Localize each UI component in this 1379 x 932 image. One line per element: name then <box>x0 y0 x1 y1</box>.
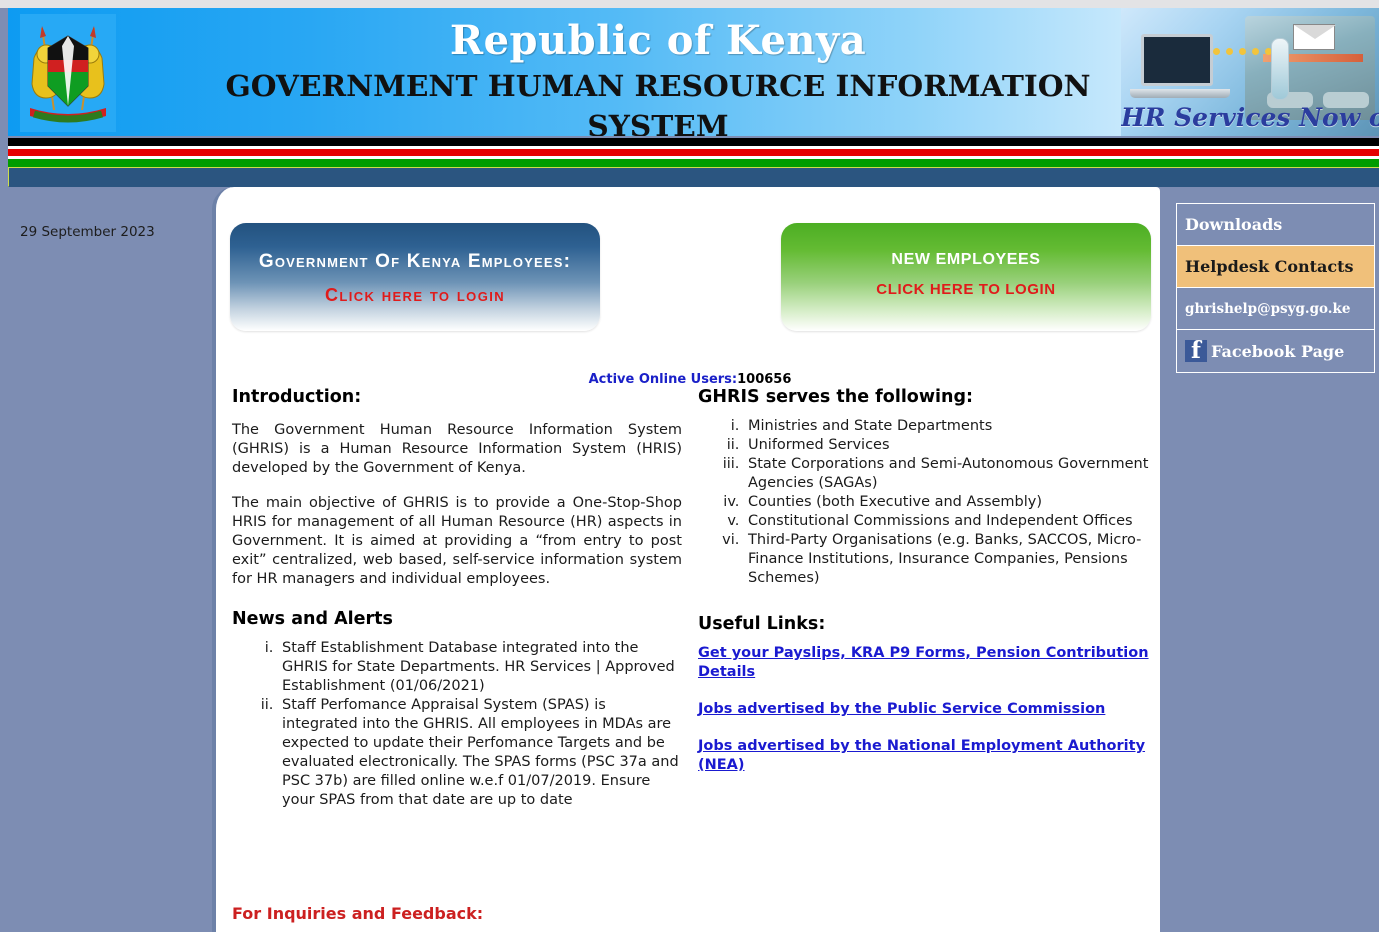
list-item: Third-Party Organisations (e.g. Banks, S… <box>744 531 1152 588</box>
ghris-serves-list: Ministries and State DepartmentsUniforme… <box>698 417 1152 588</box>
active-users-label: Active Online Users: <box>588 372 738 387</box>
new-employees-login-button[interactable]: NEW EMPLOYEES CLICK HERE TO LOGIN <box>781 223 1151 331</box>
right-sidebar: Downloads Helpdesk Contacts ghrishelp@psyg… <box>1176 203 1375 373</box>
sidebar-item-ghrishelp-psyg-go-ke[interactable]: ghrishelp@psyg.go.ke <box>1177 288 1374 330</box>
useful-link[interactable]: Get your Payslips, KRA P9 Forms, Pension… <box>698 644 1152 682</box>
sidebar-item-label: ghrishelp@psyg.go.ke <box>1185 300 1351 317</box>
introduction-paragraph-2: The main objective of GHRIS is to provid… <box>232 495 682 587</box>
login-buttons-row: Government Of Kenya Employees: Click her… <box>216 187 1160 332</box>
list-item: Staff Establishment Database integrated … <box>278 639 682 696</box>
banner-title-block: Republic of Kenya GOVERNMENT HUMAN RESOU… <box>208 16 1108 136</box>
hr-services-promo-image: HR Services Now online <box>1121 8 1379 136</box>
new-login-action: CLICK HERE TO LOGIN <box>876 281 1056 298</box>
site-banner: Republic of Kenya GOVERNMENT HUMAN RESOU… <box>8 8 1379 136</box>
right-column: GHRIS serves the following: Ministries a… <box>692 387 1160 810</box>
gok-login-title: Government Of Kenya Employees: <box>258 251 572 272</box>
facebook-icon <box>1185 337 1207 364</box>
gok-employees-login-button[interactable]: Government Of Kenya Employees: Click her… <box>230 223 600 331</box>
left-column: Introduction: The Government Human Resou… <box>216 387 692 810</box>
sidebar-item-downloads[interactable]: Downloads <box>1177 204 1374 246</box>
new-login-title: NEW EMPLOYEES <box>891 251 1041 268</box>
envelope-icon <box>1293 24 1336 50</box>
inquiries-heading: For Inquiries and Feedback: <box>232 904 484 923</box>
list-item: Staff Perfomance Appraisal System (SPAS)… <box>278 696 682 810</box>
useful-links-list: Get your Payslips, KRA P9 Forms, Pension… <box>698 644 1152 775</box>
list-item: State Corporations and Semi-Autonomous G… <box>744 455 1152 493</box>
banner-title-line2: GOVERNMENT HUMAN RESOURCE INFORMATION SY… <box>225 69 1091 136</box>
mobile-phone-icon <box>1271 38 1289 100</box>
main-navigation-bar[interactable] <box>8 167 1379 187</box>
sidebar-item-facebook-page[interactable]: Facebook Page <box>1177 330 1374 372</box>
active-online-users: Active Online Users:100656 <box>230 372 1150 387</box>
laptop-icon <box>1130 34 1230 98</box>
sidebar-item-label: Downloads <box>1185 215 1283 234</box>
active-users-count: 100656 <box>737 372 792 387</box>
news-alerts-list: Staff Establishment Database integrated … <box>232 639 682 810</box>
promo-caption: HR Services Now online <box>1121 103 1379 132</box>
content-columns: Introduction: The Government Human Resou… <box>216 387 1160 810</box>
banner-title-line1: Republic of Kenya <box>449 17 867 64</box>
list-item: Uniformed Services <box>744 436 1152 455</box>
current-date: 29 September 2023 <box>20 224 155 240</box>
introduction-heading: Introduction: <box>232 387 362 407</box>
sidebar-item-label: Helpdesk Contacts <box>1185 257 1354 276</box>
serves-heading: GHRIS serves the following: <box>698 387 973 407</box>
flag-stripe-green <box>8 159 1379 167</box>
flag-stripe-red <box>8 149 1379 156</box>
top-browser-strip <box>0 0 1379 8</box>
useful-link[interactable]: Jobs advertised by the National Employme… <box>698 737 1152 775</box>
gok-login-action: Click here to login <box>324 285 506 305</box>
list-item: Counties (both Executive and Assembly) <box>744 493 1152 512</box>
sidebar-item-helpdesk-contacts[interactable]: Helpdesk Contacts <box>1177 246 1374 288</box>
page-root: Republic of Kenya GOVERNMENT HUMAN RESOU… <box>0 0 1379 932</box>
list-item: Ministries and State Departments <box>744 417 1152 436</box>
useful-links-heading: Useful Links: <box>698 614 826 634</box>
useful-link[interactable]: Jobs advertised by the Public Service Co… <box>698 700 1152 719</box>
kenya-coat-of-arms-icon <box>20 14 116 132</box>
main-content-panel: Government Of Kenya Employees: Click her… <box>212 187 1160 932</box>
news-heading: News and Alerts <box>232 609 393 629</box>
sidebar-item-label: Facebook Page <box>1211 341 1345 361</box>
list-item: Constitutional Commissions and Independe… <box>744 512 1152 531</box>
introduction-paragraph-1: The Government Human Resource Informatio… <box>232 422 682 476</box>
flag-stripe-black <box>8 138 1379 146</box>
